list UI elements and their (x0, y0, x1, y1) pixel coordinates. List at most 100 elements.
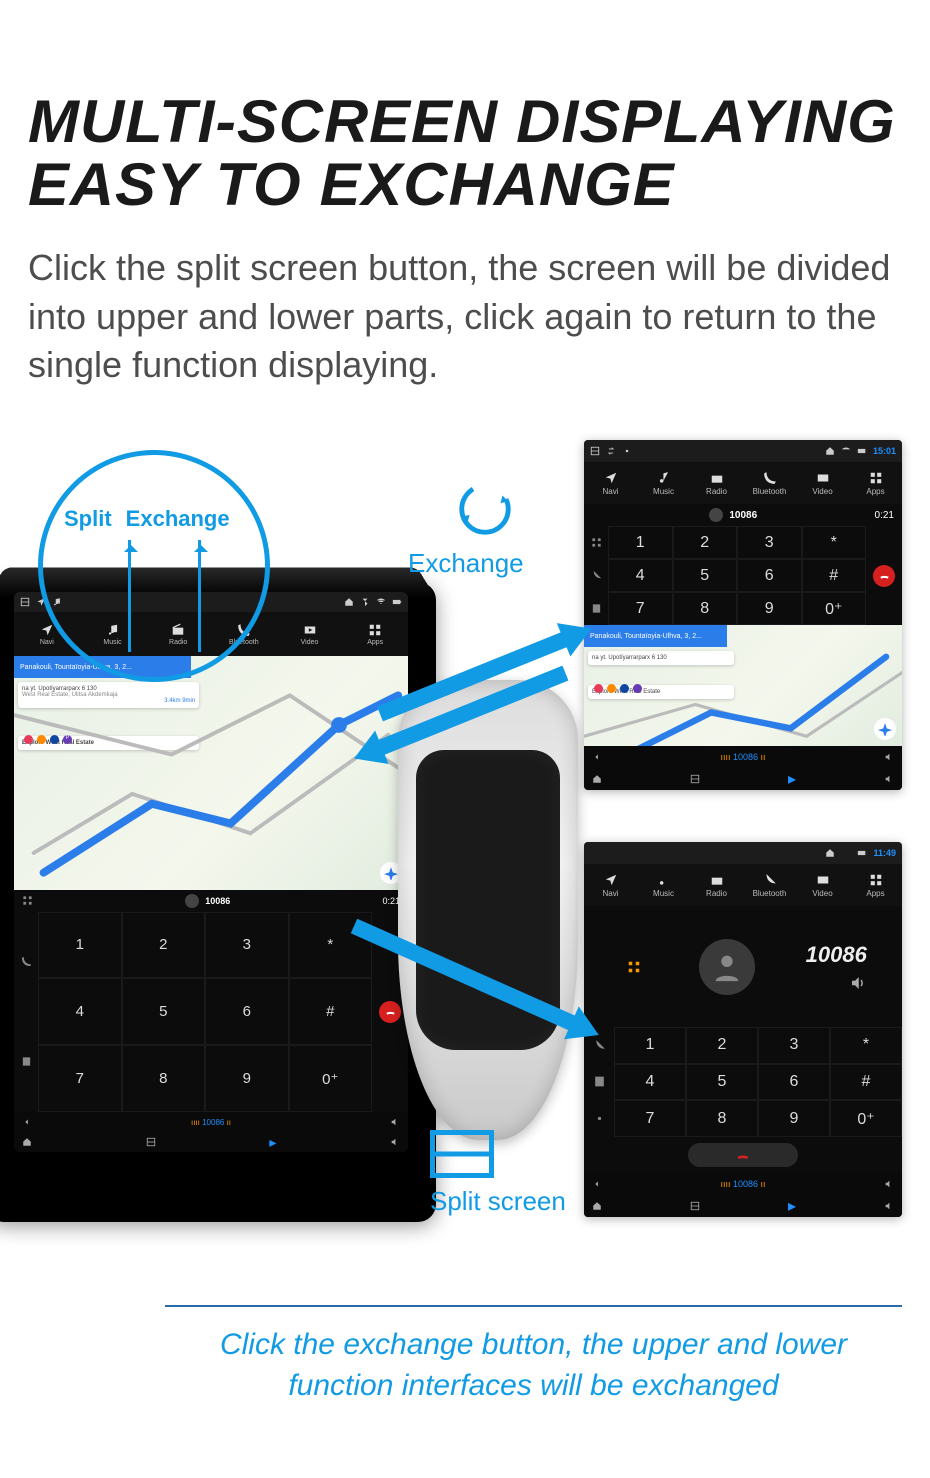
apps-icon (869, 873, 883, 887)
speaker-icon[interactable] (849, 974, 867, 992)
status-time: 11:49 (873, 848, 896, 858)
recenter-button[interactable] (874, 718, 896, 740)
volume-up-icon[interactable] (884, 752, 894, 762)
key-5[interactable]: 5 (673, 559, 738, 592)
key-7[interactable]: 7 (38, 1045, 122, 1112)
nav-video[interactable]: Video (796, 864, 849, 906)
phone-icon[interactable] (591, 570, 602, 581)
key-hash[interactable]: # (289, 978, 373, 1045)
key-6[interactable]: 6 (205, 978, 289, 1045)
nav-label: Apps (367, 639, 383, 646)
key-5[interactable]: 5 (686, 1064, 758, 1101)
key-4[interactable]: 4 (608, 559, 673, 592)
volume-up-icon[interactable] (884, 1179, 894, 1189)
bottom-bar-2: ▸ (14, 1132, 408, 1152)
key-2[interactable]: 2 (673, 526, 738, 559)
nav-label: Apps (866, 889, 884, 898)
status-right-icons (344, 597, 402, 607)
key-7[interactable]: 7 (614, 1100, 686, 1137)
battery-icon (392, 597, 402, 607)
nav-radio[interactable]: Radio (690, 864, 743, 906)
key-8[interactable]: 8 (122, 1045, 206, 1112)
key-1[interactable]: 1 (614, 1027, 686, 1064)
dot-icon (622, 446, 632, 456)
home-icon[interactable] (22, 1137, 32, 1147)
dial-number: 10086 (729, 510, 757, 521)
key-0[interactable]: 0⁺ (830, 1100, 902, 1137)
key-6[interactable]: 6 (737, 559, 802, 592)
hangup-icon (879, 570, 890, 581)
description: Click the split screen button, the scree… (28, 244, 902, 390)
key-6[interactable]: 6 (758, 1064, 830, 1101)
volume-down-icon[interactable] (390, 1137, 400, 1147)
contacts-icon[interactable] (593, 1075, 606, 1088)
map-panel[interactable]: Panakouli, Tountaïoyia-Ulhva, 3, 2... na… (14, 656, 408, 890)
back-icon[interactable] (592, 752, 602, 762)
key-4[interactable]: 4 (38, 978, 122, 1045)
back-icon[interactable] (22, 1117, 32, 1127)
nav-arrow-icon (40, 623, 54, 637)
hangup-button[interactable] (688, 1143, 798, 1167)
key-1[interactable]: 1 (38, 912, 122, 979)
nav-navi[interactable]: Navi (584, 864, 637, 906)
grid-icon[interactable] (627, 960, 641, 974)
avatar-icon (699, 939, 755, 995)
key-7[interactable]: 7 (608, 592, 673, 625)
key-3[interactable]: 3 (737, 526, 802, 559)
nav-apps[interactable]: Apps (342, 612, 408, 656)
split-icon[interactable] (690, 774, 700, 784)
key-9[interactable]: 9 (758, 1100, 830, 1137)
key-3[interactable]: 3 (205, 912, 289, 979)
key-star[interactable]: * (830, 1027, 902, 1064)
key-3[interactable]: 3 (758, 1027, 830, 1064)
music-icon (657, 873, 671, 887)
key-0[interactable]: 0⁺ (802, 592, 867, 625)
split-icon[interactable] (146, 1137, 156, 1147)
volume-down-icon[interactable] (884, 774, 894, 784)
home-icon[interactable] (592, 774, 602, 784)
volume-down-icon[interactable] (884, 1201, 894, 1211)
nav-apps[interactable]: Apps (849, 864, 902, 906)
nav-navi[interactable]: Navi (584, 462, 637, 504)
key-0[interactable]: 0⁺ (289, 1045, 373, 1112)
split-icon[interactable] (690, 1201, 700, 1211)
hangup-button[interactable] (379, 1001, 401, 1023)
phone-icon[interactable] (21, 956, 32, 967)
split-icon[interactable] (20, 597, 30, 607)
nav-bluetooth[interactable]: Bluetooth (743, 462, 796, 504)
home-icon[interactable] (592, 1201, 602, 1211)
grid-icon[interactable] (22, 895, 33, 906)
key-hash[interactable]: # (830, 1064, 902, 1101)
nav-bluetooth[interactable]: Bluetooth (743, 864, 796, 906)
key-hash[interactable]: # (802, 559, 867, 592)
key-5[interactable]: 5 (122, 978, 206, 1045)
key-2[interactable]: 2 (686, 1027, 758, 1064)
video-icon (816, 471, 830, 485)
key-9[interactable]: 9 (205, 1045, 289, 1112)
key-9[interactable]: 9 (737, 592, 802, 625)
nav-video[interactable]: Video (796, 462, 849, 504)
nav-video[interactable]: Video (277, 612, 343, 656)
contacts-icon[interactable] (21, 1056, 32, 1067)
key-8[interactable]: 8 (686, 1100, 758, 1137)
exchange-icon[interactable] (606, 446, 616, 456)
key-star[interactable]: * (802, 526, 867, 559)
nav-label: Video (812, 487, 832, 496)
key-2[interactable]: 2 (122, 912, 206, 979)
contacts-icon[interactable] (591, 603, 602, 614)
back-icon[interactable] (592, 1179, 602, 1189)
key-8[interactable]: 8 (673, 592, 738, 625)
split-icon[interactable] (590, 446, 600, 456)
volume-up-icon[interactable] (390, 1117, 400, 1127)
key-1[interactable]: 1 (608, 526, 673, 559)
key-4[interactable]: 4 (614, 1064, 686, 1101)
nav-music[interactable]: Music (637, 864, 690, 906)
hangup-button[interactable] (873, 565, 895, 587)
grid-icon[interactable] (591, 537, 602, 548)
now-playing: 10086 (733, 1179, 758, 1189)
settings-icon[interactable] (593, 1112, 606, 1125)
map-panel-bottom[interactable]: Panakouli, Tountaïoyia-Ulhva, 3, 2... na… (584, 625, 902, 746)
nav-apps[interactable]: Apps (849, 462, 902, 504)
nav-music[interactable]: Music (637, 462, 690, 504)
nav-radio[interactable]: Radio (690, 462, 743, 504)
